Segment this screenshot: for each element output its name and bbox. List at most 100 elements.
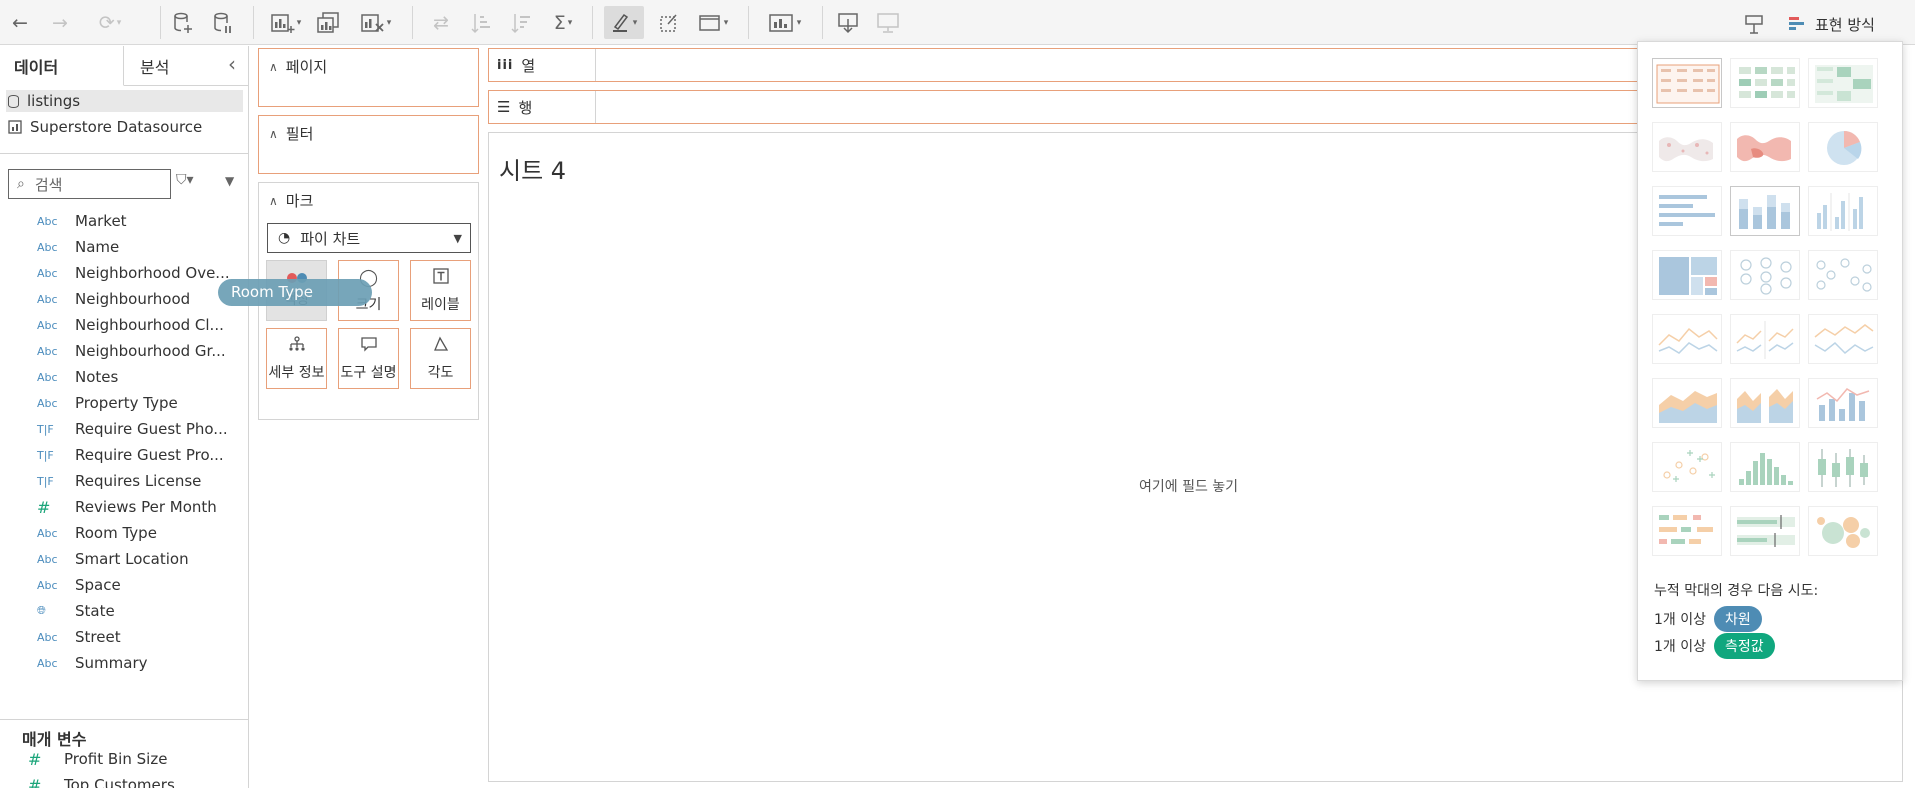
- toolbar-separator: [412, 6, 413, 39]
- field-item[interactable]: Abc Name: [0, 234, 248, 260]
- field-item[interactable]: T|F Require Guest Pho...: [0, 416, 248, 442]
- search-icon: ⌕: [17, 176, 25, 192]
- string-type-icon: Abc: [37, 396, 58, 410]
- presentation-mode-icon[interactable]: [874, 6, 902, 39]
- mark-type-select[interactable]: ◔ 파이 차트 ▼: [267, 223, 471, 253]
- filters-card[interactable]: ∧ 필터: [258, 115, 479, 174]
- tooltip-icon: [360, 336, 378, 358]
- filter-fields-icon[interactable]: ⛉▾: [176, 172, 194, 188]
- clear-sheet-icon[interactable]: ▾: [356, 6, 396, 39]
- data-pane: 데이터 분석 ‹ listings Superstore Datasource …: [0, 46, 249, 788]
- sort-ascending-icon[interactable]: [468, 6, 494, 39]
- field-item[interactable]: Abc Neighbourhood: [0, 286, 248, 312]
- label-button[interactable]: 레이블: [410, 260, 471, 321]
- undo-icon[interactable]: ←: [8, 6, 32, 39]
- collapse-caret-icon[interactable]: ∧: [269, 60, 278, 74]
- replay-animation-icon[interactable]: ⟳ ▾: [88, 6, 132, 39]
- search-input[interactable]: ⌕ 검색: [8, 169, 171, 199]
- field-item[interactable]: Abc Neighborhood Ove...: [0, 260, 248, 286]
- field-item[interactable]: Abc Neighbourhood Cl...: [0, 312, 248, 338]
- field-item[interactable]: T|F Require Guest Pro...: [0, 442, 248, 468]
- dragged-field-pill[interactable]: Room Type: [218, 279, 372, 306]
- tab-analysis[interactable]: 분석: [140, 54, 169, 78]
- highlight-table-chart-icon[interactable]: [1808, 58, 1878, 108]
- columns-shelf[interactable]: iii 열: [488, 48, 1638, 82]
- field-item[interactable]: Abc Notes: [0, 364, 248, 390]
- parameter-name: Top Customers: [64, 776, 175, 788]
- download-icon[interactable]: [834, 6, 862, 39]
- boolean-type-icon: T|F: [37, 448, 54, 462]
- collapse-caret-icon[interactable]: ∧: [269, 194, 278, 208]
- pages-card[interactable]: ∧ 페이지: [258, 48, 479, 107]
- datasource-superstore[interactable]: Superstore Datasource: [6, 116, 243, 138]
- field-item[interactable]: Abc Summary: [0, 650, 248, 676]
- detail-button[interactable]: 세부 정보: [266, 328, 327, 389]
- swap-rows-columns-icon[interactable]: ⇄: [428, 6, 454, 39]
- packed-bubbles-chart-icon[interactable]: [1808, 506, 1878, 556]
- field-item[interactable]: Abc Street: [0, 624, 248, 650]
- collapse-caret-icon[interactable]: ∧: [269, 127, 278, 141]
- dropdown-arrow-icon: ▼: [453, 232, 462, 245]
- highlight-icon[interactable]: ▾: [604, 6, 644, 39]
- totals-icon[interactable]: Σ ▾: [548, 6, 578, 39]
- search-placeholder: 검색: [34, 175, 63, 194]
- discrete-lines-chart-icon[interactable]: [1730, 314, 1800, 364]
- text-table-chart-icon[interactable]: [1652, 58, 1722, 108]
- box-whisker-chart-icon[interactable]: [1808, 442, 1878, 492]
- parameter-item[interactable]: # Top Customers: [0, 772, 175, 788]
- show-labels-icon[interactable]: ▾: [762, 6, 808, 39]
- gantt-chart-icon[interactable]: [1652, 506, 1722, 556]
- pane-divider: [0, 719, 249, 720]
- fit-view-icon[interactable]: ▾: [692, 6, 734, 39]
- show-me-button[interactable]: 표현 방식: [1779, 8, 1897, 40]
- angle-button[interactable]: 각도: [410, 328, 471, 389]
- scatter-plot-chart-icon[interactable]: [1652, 442, 1722, 492]
- side-by-side-bars-chart-icon[interactable]: [1808, 186, 1878, 236]
- field-name: Name: [75, 238, 120, 256]
- horizontal-bars-chart-icon[interactable]: [1652, 186, 1722, 236]
- field-item[interactable]: Abc Room Type: [0, 520, 248, 546]
- rows-shelf[interactable]: ☰ 행: [488, 90, 1638, 124]
- group-members-icon[interactable]: [656, 6, 682, 39]
- datasource-listings[interactable]: listings: [6, 90, 243, 112]
- heat-map-chart-icon[interactable]: [1730, 58, 1800, 108]
- field-item[interactable]: Abc Smart Location: [0, 546, 248, 572]
- tab-data[interactable]: 데이터: [0, 46, 124, 86]
- stacked-bars-chart-icon[interactable]: [1730, 186, 1800, 236]
- duplicate-sheet-icon[interactable]: [316, 6, 342, 39]
- area-discrete-chart-icon[interactable]: [1730, 378, 1800, 428]
- tooltip-button[interactable]: 도구 설명: [338, 328, 399, 389]
- filled-map-chart-icon[interactable]: [1730, 122, 1800, 172]
- dual-combination-chart-icon[interactable]: [1808, 378, 1878, 428]
- new-worksheet-icon[interactable]: ▾: [268, 6, 304, 39]
- field-item[interactable]: 🌐︎ State: [0, 598, 248, 624]
- histogram-chart-icon[interactable]: [1730, 442, 1800, 492]
- area-continuous-chart-icon[interactable]: [1652, 378, 1722, 428]
- symbol-map-chart-icon[interactable]: [1652, 122, 1722, 172]
- field-item[interactable]: # Reviews Per Month: [0, 494, 248, 520]
- continuous-lines-chart-icon[interactable]: [1652, 314, 1722, 364]
- chevron-down-icon[interactable]: ▼: [225, 174, 234, 188]
- field-item[interactable]: T|F Requires License: [0, 468, 248, 494]
- string-type-icon: Abc: [37, 370, 58, 384]
- treemap-chart-icon[interactable]: [1652, 250, 1722, 300]
- string-type-icon: Abc: [37, 656, 58, 670]
- sheet-title[interactable]: 시트 4: [499, 151, 566, 186]
- bullet-graph-chart-icon[interactable]: [1730, 506, 1800, 556]
- field-item[interactable]: Abc Market: [0, 208, 248, 234]
- redo-icon[interactable]: →: [48, 6, 72, 39]
- side-by-side-circles-chart-icon[interactable]: [1808, 250, 1878, 300]
- dual-lines-chart-icon[interactable]: [1808, 314, 1878, 364]
- string-type-icon: Abc: [37, 240, 58, 254]
- field-item[interactable]: Abc Neighbourhood Gr...: [0, 338, 248, 364]
- collapse-pane-icon[interactable]: ‹: [228, 52, 236, 76]
- circle-views-chart-icon[interactable]: [1730, 250, 1800, 300]
- field-item[interactable]: Abc Property Type: [0, 390, 248, 416]
- field-item[interactable]: Abc Space: [0, 572, 248, 598]
- pause-updates-icon[interactable]: [210, 6, 236, 39]
- parameter-item[interactable]: # Profit Bin Size: [0, 746, 167, 772]
- pin-icon[interactable]: [1740, 6, 1768, 39]
- sort-descending-icon[interactable]: [508, 6, 534, 39]
- new-datasource-icon[interactable]: [170, 6, 196, 39]
- pie-chart-icon[interactable]: [1808, 122, 1878, 172]
